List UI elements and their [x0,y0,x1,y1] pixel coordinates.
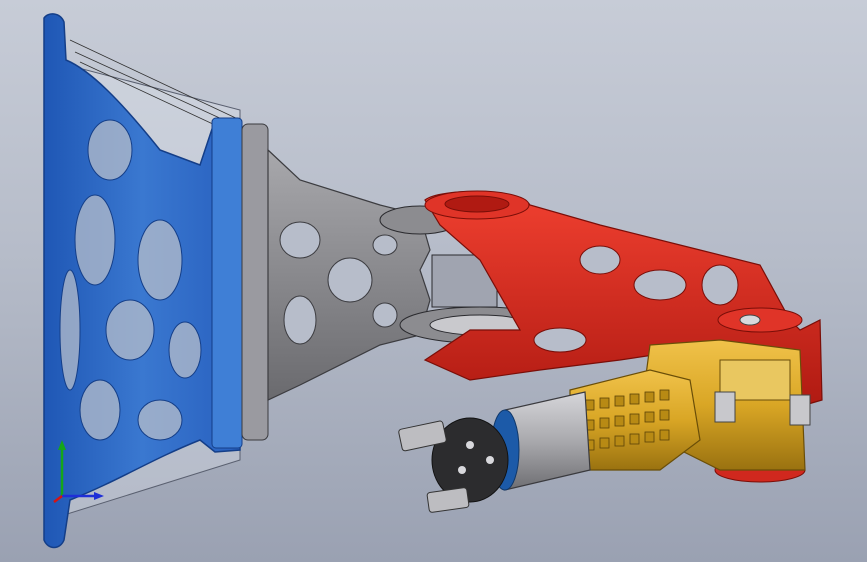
z-axis-arrow [53,495,63,503]
3d-viewport[interactable] [0,0,867,562]
robot-arm-model[interactable] [0,0,867,562]
axis-triad [53,440,104,503]
gripper-motor[interactable] [431,391,591,503]
